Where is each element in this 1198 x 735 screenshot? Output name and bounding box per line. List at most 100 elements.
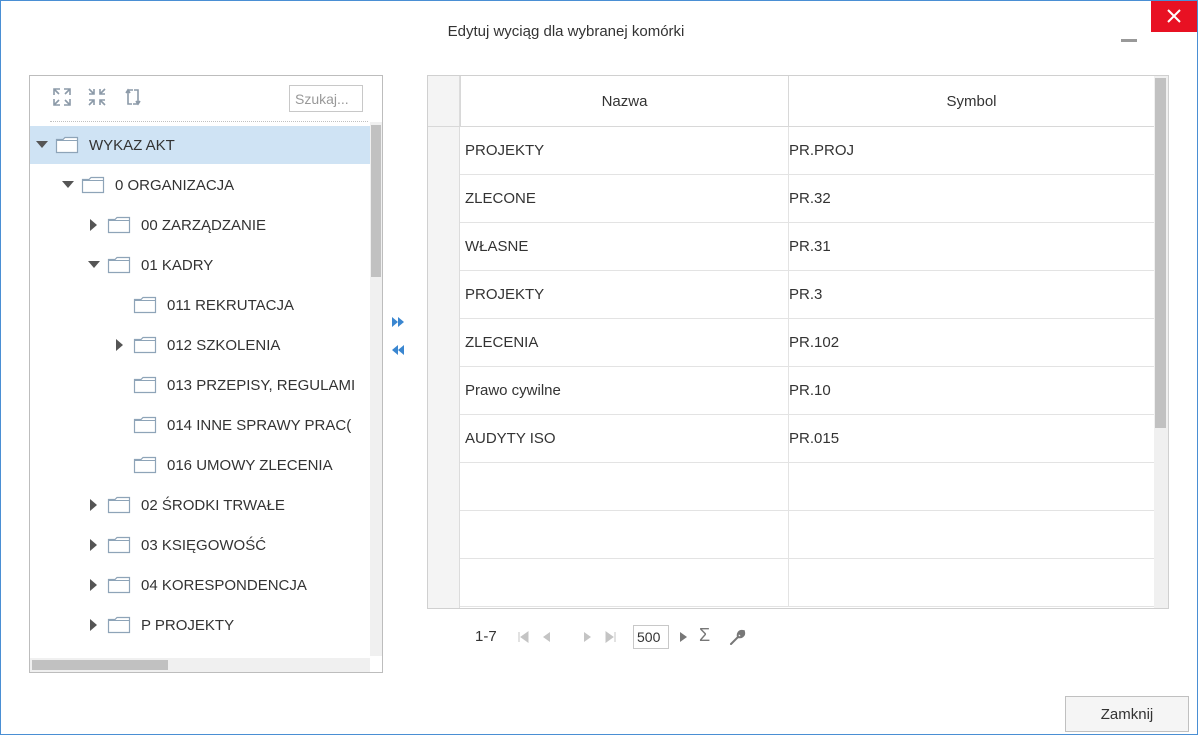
tree-node-label: 013 PRZEPISY, REGULAMI xyxy=(167,376,356,394)
folder-icon xyxy=(133,296,157,314)
column-header-symbol[interactable]: Symbol xyxy=(788,76,1154,127)
previous-page-icon[interactable] xyxy=(541,631,551,643)
wrench-icon[interactable] xyxy=(729,628,747,646)
cell-symbol[interactable] xyxy=(788,511,1154,559)
cell-nazwa[interactable] xyxy=(460,511,788,559)
tree-toolbar xyxy=(30,76,382,122)
expand-arrow-right-icon[interactable] xyxy=(87,498,101,512)
tree-node[interactable]: 00 ZARZĄDZANIE xyxy=(30,206,370,244)
cell-symbol[interactable]: PR.10 xyxy=(788,367,1154,415)
table-row[interactable]: ZLECENIA PR.102 xyxy=(460,319,1154,367)
table-row[interactable]: PROJEKTY PR.3 xyxy=(460,271,1154,319)
expand-arrow-right-icon[interactable] xyxy=(87,578,101,592)
tree-vertical-scroll-thumb[interactable] xyxy=(371,125,381,277)
first-page-icon[interactable] xyxy=(517,631,529,643)
grid-vertical-scrollbar[interactable] xyxy=(1154,76,1168,608)
tree-node-label: P PROJEKTY xyxy=(141,616,235,634)
tree-node[interactable]: 0 ORGANIZACJA xyxy=(30,166,370,204)
table-row[interactable] xyxy=(460,511,1154,559)
expand-all-icon[interactable] xyxy=(52,87,72,107)
cell-nazwa[interactable]: ZLECENIA xyxy=(460,319,788,367)
column-header-nazwa[interactable]: Nazwa xyxy=(460,76,788,127)
tree-node-label: 011 REKRUTACJA xyxy=(167,296,294,314)
tree-list: WYKAZ AKT 0 ORGANIZACJA 00 ZARZĄDZANIE 01 K… xyxy=(30,126,370,656)
cell-symbol[interactable] xyxy=(788,559,1154,607)
tree-node-label: 03 KSIĘGOWOŚĆ xyxy=(141,536,267,554)
tree-node[interactable]: 014 INNE SPRAWY PRAC( xyxy=(30,406,370,444)
cell-nazwa[interactable]: AUDYTY ISO xyxy=(460,415,788,463)
row-header-column xyxy=(428,76,460,608)
tree-node[interactable]: 02 ŚRODKI TRWAŁE xyxy=(30,486,370,524)
table-row[interactable] xyxy=(460,559,1154,607)
cell-nazwa[interactable]: PROJEKTY xyxy=(460,271,788,319)
next-page-icon[interactable] xyxy=(583,631,593,643)
tree-search-input[interactable] xyxy=(289,85,363,112)
folder-icon xyxy=(107,536,131,554)
grid-vertical-scroll-thumb[interactable] xyxy=(1155,78,1166,428)
expand-arrow-right-icon[interactable] xyxy=(87,218,101,232)
folder-icon xyxy=(107,616,131,634)
table-row[interactable]: WŁASNE PR.31 xyxy=(460,223,1154,271)
tree-vertical-scrollbar[interactable] xyxy=(370,122,382,656)
cell-symbol[interactable]: PR.3 xyxy=(788,271,1154,319)
tree-node[interactable]: 012 SZKOLENIA xyxy=(30,326,370,364)
cell-nazwa[interactable] xyxy=(460,559,788,607)
table-row[interactable]: ZLECONE PR.32 xyxy=(460,175,1154,223)
folder-icon xyxy=(133,336,157,354)
expand-arrow-down-icon[interactable] xyxy=(87,258,101,272)
tree-node[interactable]: WYKAZ AKT xyxy=(30,126,370,164)
tree-node[interactable]: 016 UMOWY ZLECENIA xyxy=(30,446,370,484)
tree-node-label: 014 INNE SPRAWY PRAC( xyxy=(167,416,352,434)
table-row[interactable]: AUDYTY ISO PR.015 xyxy=(460,415,1154,463)
minimize-button[interactable] xyxy=(1121,39,1137,42)
expand-arrow-right-icon[interactable] xyxy=(87,618,101,632)
tree-horizontal-scrollbar[interactable] xyxy=(30,658,370,672)
dialog-title: Edytuj wyciąg dla wybranej komórki xyxy=(447,23,685,40)
pager-range: 1-7 xyxy=(475,628,497,645)
cell-symbol[interactable] xyxy=(788,463,1154,511)
expand-arrow-right-icon[interactable] xyxy=(87,538,101,552)
close-icon xyxy=(1167,9,1181,23)
move-left-icon[interactable] xyxy=(391,344,405,356)
tree-node-label: WYKAZ AKT xyxy=(89,136,175,154)
cell-nazwa[interactable]: PROJEKTY xyxy=(460,127,788,175)
cell-symbol[interactable]: PR.102 xyxy=(788,319,1154,367)
move-right-icon[interactable] xyxy=(391,316,405,328)
table-row[interactable] xyxy=(460,463,1154,511)
close-button[interactable]: Zamknij xyxy=(1065,696,1189,732)
expand-arrow-down-icon[interactable] xyxy=(61,178,75,192)
refresh-icon[interactable] xyxy=(123,87,143,107)
tree-node[interactable]: 01 KADRY xyxy=(30,246,370,284)
tree-node-label: 02 ŚRODKI TRWAŁE xyxy=(141,496,285,514)
collapse-all-icon[interactable] xyxy=(87,87,107,107)
tree-node-label: 012 SZKOLENIA xyxy=(167,336,281,354)
tree-node[interactable]: 013 PRZEPISY, REGULAMI xyxy=(30,366,370,404)
page-size-apply-icon[interactable] xyxy=(679,631,689,643)
table-row[interactable]: PROJEKTY PR.PROJ xyxy=(460,127,1154,175)
cell-symbol[interactable]: PR.32 xyxy=(788,175,1154,223)
leaf-spacer xyxy=(113,458,127,472)
tree-node[interactable]: 03 KSIĘGOWOŚĆ xyxy=(30,526,370,564)
cell-symbol[interactable]: PR.31 xyxy=(788,223,1154,271)
tree-node[interactable]: 04 KORESPONDENCJA xyxy=(30,566,370,604)
cell-symbol[interactable]: PR.PROJ xyxy=(788,127,1154,175)
grid-header: Nazwa Symbol xyxy=(428,76,1154,127)
cell-nazwa[interactable]: WŁASNE xyxy=(460,223,788,271)
cell-nazwa[interactable]: ZLECONE xyxy=(460,175,788,223)
tree-horizontal-scroll-thumb[interactable] xyxy=(32,660,168,670)
cell-nazwa[interactable]: Prawo cywilne xyxy=(460,367,788,415)
tree-node-label: 04 KORESPONDENCJA xyxy=(141,576,307,594)
last-page-icon[interactable] xyxy=(605,631,617,643)
expand-arrow-down-icon[interactable] xyxy=(35,138,49,152)
folder-icon xyxy=(81,176,105,194)
close-window-button[interactable] xyxy=(1151,1,1197,32)
cell-nazwa[interactable] xyxy=(460,463,788,511)
table-row[interactable]: Prawo cywilne PR.10 xyxy=(460,367,1154,415)
cell-symbol[interactable]: PR.015 xyxy=(788,415,1154,463)
page-size-input[interactable] xyxy=(633,625,669,649)
tree-node[interactable]: 011 REKRUTACJA xyxy=(30,286,370,324)
data-grid: Nazwa Symbol PROJEKTY PR.PROJ ZLECONE PR.32… xyxy=(427,75,1169,609)
tree-node[interactable]: P PROJEKTY xyxy=(30,606,370,644)
sum-icon[interactable]: Σ xyxy=(699,625,710,646)
expand-arrow-right-icon[interactable] xyxy=(113,338,127,352)
